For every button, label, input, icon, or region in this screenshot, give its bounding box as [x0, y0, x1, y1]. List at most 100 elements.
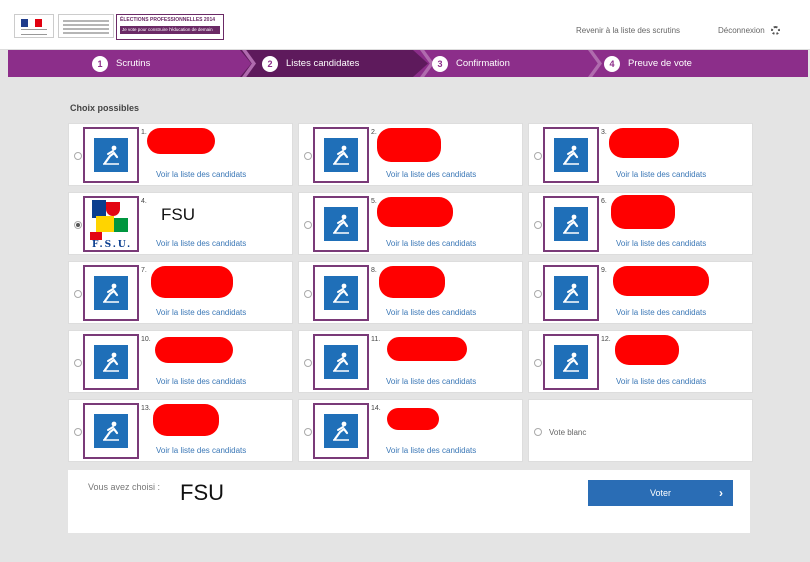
list-radio[interactable] — [304, 221, 312, 229]
list-pictogram — [83, 127, 139, 183]
view-candidates-link[interactable]: Voir la liste des candidats — [386, 239, 476, 248]
section-title: Choix possibles — [70, 103, 140, 113]
redacted-name — [387, 337, 467, 361]
vote-button[interactable]: Voter › — [588, 480, 733, 506]
view-candidates-link[interactable]: Voir la liste des candidats — [156, 308, 246, 317]
republique-francaise-logo — [14, 14, 54, 38]
list-card-12[interactable]: 12. Voir la liste des candidats — [528, 330, 753, 393]
list-card-8[interactable]: 8. Voir la liste des candidats — [298, 261, 523, 324]
figure-skating-icon — [554, 345, 588, 379]
view-candidates-link[interactable]: Voir la liste des candidats — [616, 377, 706, 386]
french-flag-icon — [21, 19, 43, 27]
list-number: 9. — [601, 267, 607, 274]
list-card-9[interactable]: 9. Voir la liste des candidats — [528, 261, 753, 324]
redacted-name — [387, 408, 439, 430]
list-radio[interactable] — [74, 290, 82, 298]
list-pictogram — [83, 334, 139, 390]
list-card-11[interactable]: 11. Voir la liste des candidats — [298, 330, 523, 393]
view-candidates-link[interactable]: Voir la liste des candidats — [386, 170, 476, 179]
election-subtitle: Je vote pour construire l'éducation de d… — [120, 26, 220, 34]
list-number: 11. — [371, 336, 381, 343]
list-number: 6. — [601, 198, 607, 205]
step-preuve-de-vote: 4 Preuve de vote — [604, 50, 692, 77]
list-card-1[interactable]: 1. Voir la liste des candidats — [68, 123, 293, 186]
list-number: 10. — [141, 336, 151, 343]
list-pictogram — [313, 265, 369, 321]
list-number: 2. — [371, 129, 377, 136]
vote-blanc-label: Vote blanc — [549, 428, 587, 437]
list-pictogram — [83, 265, 139, 321]
list-card-13[interactable]: 13. Voir la liste des candidats — [68, 399, 293, 462]
list-card-5[interactable]: 5. Voir la liste des candidats — [298, 192, 523, 255]
view-candidates-link[interactable]: Voir la liste des candidats — [156, 239, 246, 248]
curling-icon — [94, 138, 128, 172]
list-pictogram — [83, 403, 139, 459]
list-pictogram — [543, 265, 599, 321]
elections-logo: ÉLECTIONS PROFESSIONNELLES 2014 Je vote … — [116, 14, 224, 40]
list-pictogram: F.S.U. — [83, 196, 139, 252]
list-radio[interactable] — [74, 152, 82, 160]
chosen-value: FSU — [180, 480, 224, 505]
list-radio[interactable] — [534, 359, 542, 367]
view-candidates-link[interactable]: Voir la liste des candidats — [386, 377, 476, 386]
view-candidates-link[interactable]: Voir la liste des candidats — [616, 308, 706, 317]
list-number: 1. — [141, 129, 147, 136]
redacted-name — [613, 266, 709, 296]
redacted-name — [153, 404, 219, 436]
redacted-name — [377, 197, 453, 227]
list-radio[interactable] — [304, 290, 312, 298]
list-name: FSU — [161, 205, 195, 224]
fsu-logo: F.S.U. — [88, 198, 134, 250]
list-card-3[interactable]: 3. Voir la liste des candidats — [528, 123, 753, 186]
list-card-6[interactable]: 6. Voir la liste des candidats — [528, 192, 753, 255]
curling-icon — [94, 276, 128, 310]
logout-link[interactable]: Déconnexion — [718, 26, 780, 36]
list-radio[interactable] — [534, 152, 542, 160]
speed-skating-icon — [554, 138, 588, 172]
list-radio[interactable] — [304, 359, 312, 367]
view-candidates-link[interactable]: Voir la liste des candidats — [156, 377, 246, 386]
list-card-7[interactable]: 7. Voir la liste des candidats — [68, 261, 293, 324]
list-radio[interactable] — [534, 290, 542, 298]
vote-blanc-radio[interactable] — [534, 428, 542, 436]
alpine-ski-icon — [324, 276, 358, 310]
list-card-4[interactable]: F.S.U. 4. FSU Voir la liste des candidat… — [68, 192, 293, 255]
view-candidates-link[interactable]: Voir la liste des candidats — [386, 446, 476, 455]
list-radio[interactable] — [304, 152, 312, 160]
gear-icon — [770, 26, 780, 36]
view-candidates-link[interactable]: Voir la liste des candidats — [616, 170, 706, 179]
cross-country-icon — [554, 207, 588, 241]
list-pictogram — [313, 127, 369, 183]
list-pictogram — [543, 334, 599, 390]
list-pictogram — [313, 196, 369, 252]
view-candidates-link[interactable]: Voir la liste des candidats — [156, 170, 246, 179]
list-number: 7. — [141, 267, 147, 274]
list-radio-selected[interactable] — [74, 221, 82, 229]
list-radio[interactable] — [304, 428, 312, 436]
step-number: 1 — [92, 55, 108, 72]
list-radio[interactable] — [74, 359, 82, 367]
view-candidates-link[interactable]: Voir la liste des candidats — [386, 308, 476, 317]
list-card-2[interactable]: 2. Voir la liste des candidats — [298, 123, 523, 186]
list-card-14[interactable]: 14. Voir la liste des candidats — [298, 399, 523, 462]
step-number: 2 — [262, 55, 278, 72]
back-to-scrutins-link[interactable]: Revenir à la liste des scrutins — [576, 26, 680, 35]
list-radio[interactable] — [534, 221, 542, 229]
vote-button-label: Voter — [649, 488, 671, 498]
vote-blanc-card[interactable]: Vote blanc — [528, 399, 753, 462]
step-label: Listes candidates — [286, 58, 360, 69]
list-pictogram — [313, 334, 369, 390]
view-candidates-link[interactable]: Voir la liste des candidats — [156, 446, 246, 455]
step-listes-candidates: 2 Listes candidates — [262, 50, 359, 77]
redacted-name — [611, 195, 675, 229]
redacted-name — [147, 128, 215, 154]
view-candidates-link[interactable]: Voir la liste des candidats — [616, 239, 706, 248]
list-number: 8. — [371, 267, 377, 274]
selection-summary: Vous avez choisi : FSU Voter › — [68, 470, 750, 533]
chevron-right-icon — [588, 50, 602, 77]
hockey-icon — [94, 345, 128, 379]
list-card-10[interactable]: 10. Voir la liste des candidats — [68, 330, 293, 393]
snowboard-icon — [94, 414, 128, 448]
list-radio[interactable] — [74, 428, 82, 436]
list-pictogram — [543, 127, 599, 183]
